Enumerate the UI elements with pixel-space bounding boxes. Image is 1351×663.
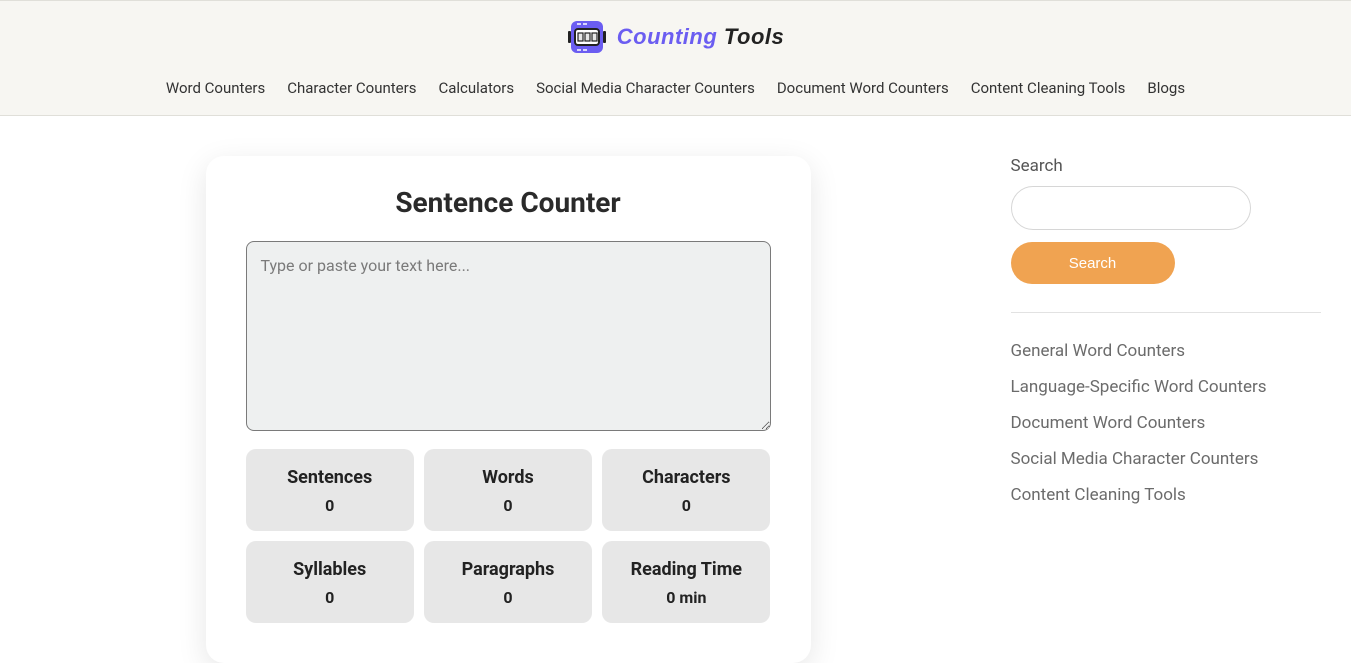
stat-characters: Characters 0 <box>602 449 770 531</box>
divider <box>1011 312 1321 313</box>
page-container: Sentence Counter Sentences 0 Words 0 Cha… <box>1 116 1351 663</box>
nav-word-counters[interactable]: Word Counters <box>166 79 265 97</box>
logo[interactable]: Counting Tools <box>0 19 1351 55</box>
stat-words: Words 0 <box>424 449 592 531</box>
sidebar-link-general-word-counters[interactable]: General Word Counters <box>1011 341 1321 361</box>
counter-logo-icon <box>567 19 607 55</box>
sidebar: Search Search General Word Counters Lang… <box>1011 156 1351 663</box>
nav-blogs[interactable]: Blogs <box>1147 79 1185 97</box>
sidebar-link-language-specific-word-counters[interactable]: Language-Specific Word Counters <box>1011 377 1321 397</box>
stat-value: 0 <box>610 496 762 515</box>
stat-label: Characters <box>610 467 762 488</box>
nav-document-word-counters[interactable]: Document Word Counters <box>777 79 949 97</box>
nav-character-counters[interactable]: Character Counters <box>287 79 416 97</box>
stat-reading-time: Reading Time 0 min <box>602 541 770 623</box>
sidebar-link-social-media-character-counters[interactable]: Social Media Character Counters <box>1011 449 1321 469</box>
nav-social-media-character-counters[interactable]: Social Media Character Counters <box>536 79 755 97</box>
stat-value: 0 <box>432 496 584 515</box>
stat-value: 0 <box>432 588 584 607</box>
main-column: Sentence Counter Sentences 0 Words 0 Cha… <box>1 156 1011 663</box>
stat-label: Reading Time <box>610 559 762 580</box>
stat-paragraphs: Paragraphs 0 <box>424 541 592 623</box>
sidebar-link-document-word-counters[interactable]: Document Word Counters <box>1011 413 1321 433</box>
search-section: Search Search <box>1011 156 1321 284</box>
sidebar-link-content-cleaning-tools[interactable]: Content Cleaning Tools <box>1011 485 1321 505</box>
header: Counting Tools Word Counters Character C… <box>0 0 1351 116</box>
page-title: Sentence Counter <box>246 186 771 219</box>
stat-sentences: Sentences 0 <box>246 449 414 531</box>
stat-label: Syllables <box>254 559 406 580</box>
stat-value: 0 <box>254 496 406 515</box>
nav-calculators[interactable]: Calculators <box>438 79 514 97</box>
logo-tools: Tools <box>717 24 784 49</box>
search-button[interactable]: Search <box>1011 242 1175 284</box>
main-nav: Word Counters Character Counters Calcula… <box>0 55 1351 115</box>
search-label: Search <box>1011 156 1321 176</box>
stat-label: Paragraphs <box>432 559 584 580</box>
nav-content-cleaning-tools[interactable]: Content Cleaning Tools <box>971 79 1126 97</box>
logo-text: Counting Tools <box>617 24 785 50</box>
stats-grid: Sentences 0 Words 0 Characters 0 Syllabl… <box>246 449 771 623</box>
stat-value: 0 <box>254 588 406 607</box>
search-input[interactable] <box>1011 186 1251 230</box>
text-input[interactable] <box>246 241 771 431</box>
stat-syllables: Syllables 0 <box>246 541 414 623</box>
stat-label: Words <box>432 467 584 488</box>
sidebar-links: General Word Counters Language-Specific … <box>1011 341 1321 505</box>
counter-card: Sentence Counter Sentences 0 Words 0 Cha… <box>206 156 811 663</box>
logo-counting: Counting <box>617 24 718 49</box>
stat-label: Sentences <box>254 467 406 488</box>
stat-value: 0 min <box>610 588 762 607</box>
